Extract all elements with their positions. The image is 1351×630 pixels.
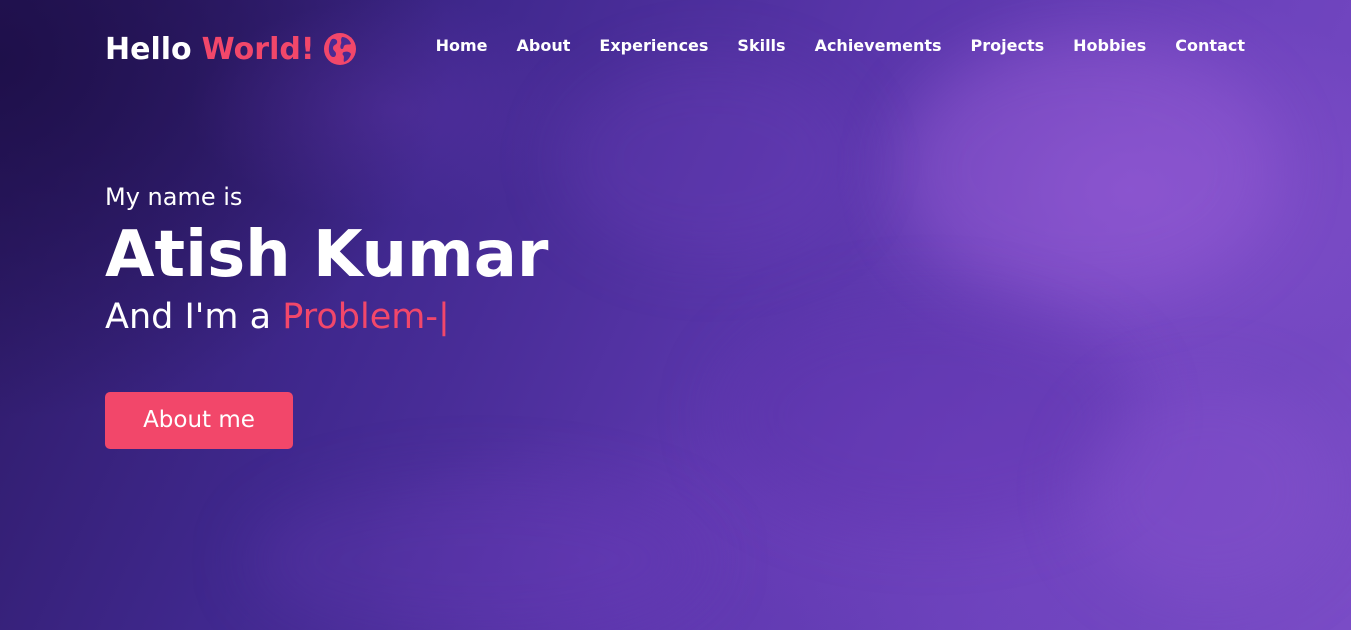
logo-text-world: World!	[201, 31, 315, 67]
hero-intro: My name is Atish Kumar And I'm a Problem…	[105, 180, 905, 340]
nav-link-about[interactable]: About	[517, 36, 571, 55]
nav-link-skills[interactable]: Skills	[737, 36, 785, 55]
nav-links: Home About Experiences Skills Achievemen…	[436, 36, 1245, 55]
hero-role-typed: Problem-	[282, 297, 438, 337]
nav-link-contact[interactable]: Contact	[1175, 36, 1245, 55]
hero-greeting: My name is	[105, 183, 243, 211]
hero-section: Hello World! Home About Experiences Skil…	[0, 0, 1351, 630]
nav-link-home[interactable]: Home	[436, 36, 488, 55]
site-logo[interactable]: Hello World!	[105, 28, 357, 70]
hero-role-prefix: And I'm a	[105, 297, 272, 337]
hero-name: Atish Kumar	[105, 218, 549, 292]
background-cloud	[250, 480, 710, 630]
logo-text-hello: Hello	[105, 31, 192, 67]
nav-link-achievements[interactable]: Achievements	[815, 36, 942, 55]
nav-link-hobbies[interactable]: Hobbies	[1073, 36, 1146, 55]
nav-link-experiences[interactable]: Experiences	[599, 36, 708, 55]
navbar: Hello World! Home About Experiences Skil…	[0, 0, 1351, 98]
about-me-button[interactable]: About me	[105, 392, 293, 449]
globe-icon	[323, 32, 357, 66]
typing-cursor: |	[437, 297, 450, 337]
hero-role: And I'm a Problem-|	[105, 294, 905, 340]
nav-link-projects[interactable]: Projects	[971, 36, 1045, 55]
background-cloud	[1080, 380, 1340, 600]
